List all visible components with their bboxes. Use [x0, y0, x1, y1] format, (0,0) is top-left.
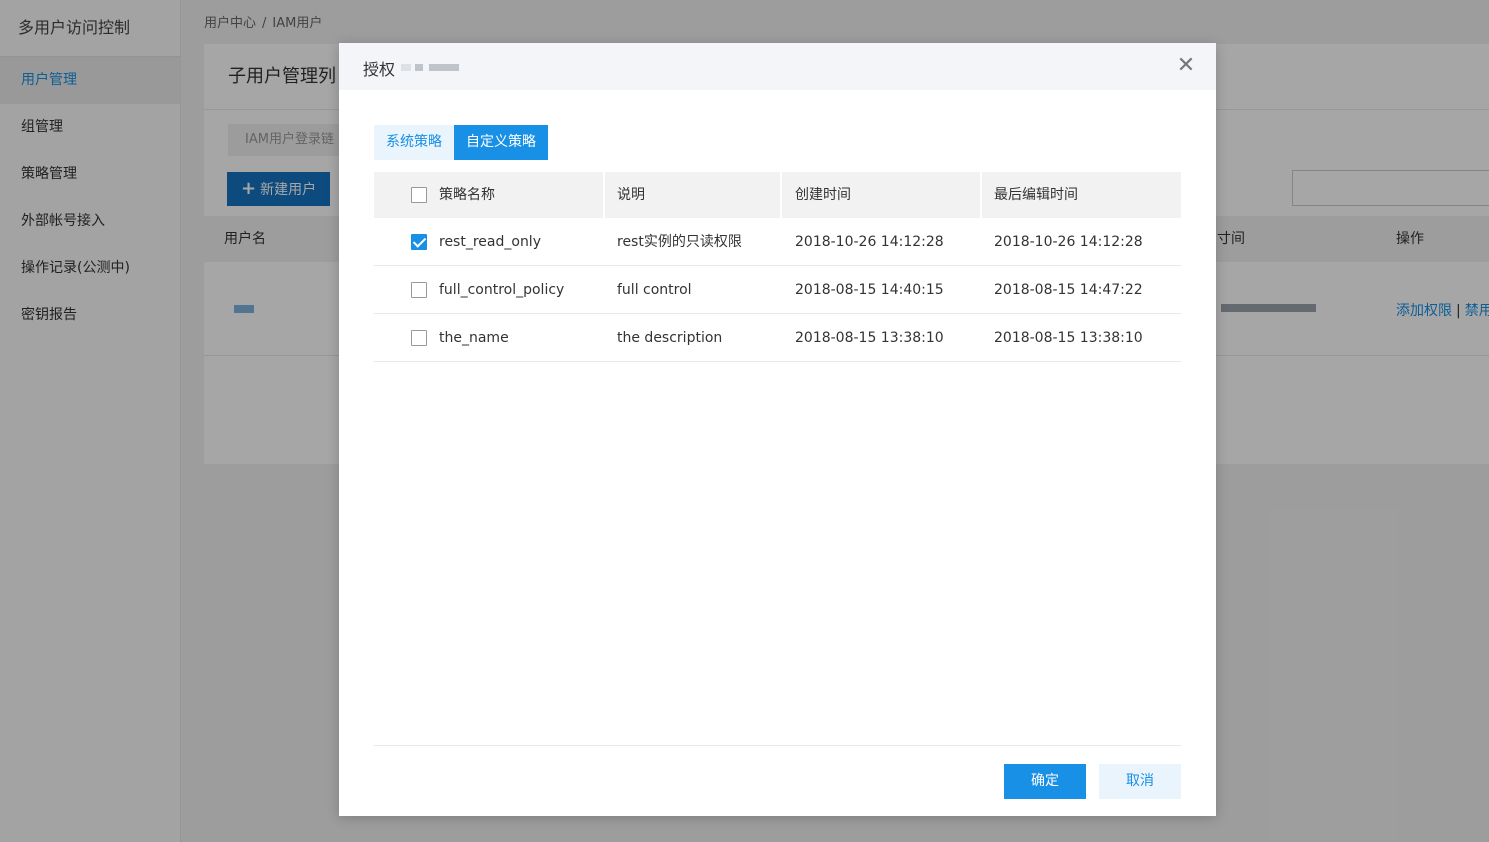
footer-divider: [374, 745, 1181, 746]
column-description: 说明: [617, 187, 645, 203]
column-divider: [603, 172, 605, 218]
column-divider: [780, 172, 782, 218]
policy-modified-time: 2018-08-15 13:38:10: [994, 330, 1143, 346]
row-checkbox[interactable]: [411, 330, 427, 346]
redacted-user-name: [401, 64, 459, 71]
confirm-button[interactable]: 确定: [1004, 764, 1086, 799]
tab-system-policy[interactable]: 系统策略: [374, 125, 454, 160]
column-created-time: 创建时间: [795, 187, 851, 203]
policy-created-time: 2018-08-15 13:38:10: [795, 330, 944, 346]
policy-description: rest实例的只读权限: [617, 234, 742, 250]
table-row[interactable]: rest_read_only rest实例的只读权限 2018-10-26 14…: [374, 218, 1181, 266]
row-checkbox[interactable]: [411, 282, 427, 298]
policy-name: the_name: [439, 330, 509, 346]
dialog-title: 授权: [363, 60, 396, 79]
dialog-header: 授权 ✕: [339, 43, 1216, 90]
row-checkbox[interactable]: [411, 234, 427, 250]
policy-description: full control: [617, 282, 692, 298]
policy-description: the description: [617, 330, 723, 346]
close-icon[interactable]: ✕: [1174, 54, 1198, 78]
policy-name: rest_read_only: [439, 234, 541, 250]
policy-created-time: 2018-08-15 14:40:15: [795, 282, 944, 298]
policy-table-header: 策略名称 说明 创建时间 最后编辑时间: [374, 172, 1181, 218]
authorize-dialog: 授权 ✕ 系统策略 自定义策略 策略名称 说明 创建时间 最后编辑时间 rest…: [339, 43, 1216, 816]
column-modified-time: 最后编辑时间: [994, 187, 1078, 203]
policy-table: 策略名称 说明 创建时间 最后编辑时间 rest_read_only rest实…: [374, 172, 1181, 362]
column-policy-name: 策略名称: [439, 187, 495, 203]
table-row[interactable]: full_control_policy full control 2018-08…: [374, 266, 1181, 314]
cancel-button[interactable]: 取消: [1099, 764, 1181, 799]
select-all-checkbox[interactable]: [411, 187, 427, 203]
policy-created-time: 2018-10-26 14:12:28: [795, 234, 944, 250]
tab-custom-policy[interactable]: 自定义策略: [454, 125, 548, 160]
table-row[interactable]: the_name the description 2018-08-15 13:3…: [374, 314, 1181, 362]
policy-modified-time: 2018-08-15 14:47:22: [994, 282, 1143, 298]
policy-name: full_control_policy: [439, 282, 565, 298]
policy-modified-time: 2018-10-26 14:12:28: [994, 234, 1143, 250]
column-divider: [980, 172, 982, 218]
policy-tabs: 系统策略 自定义策略: [374, 125, 548, 160]
